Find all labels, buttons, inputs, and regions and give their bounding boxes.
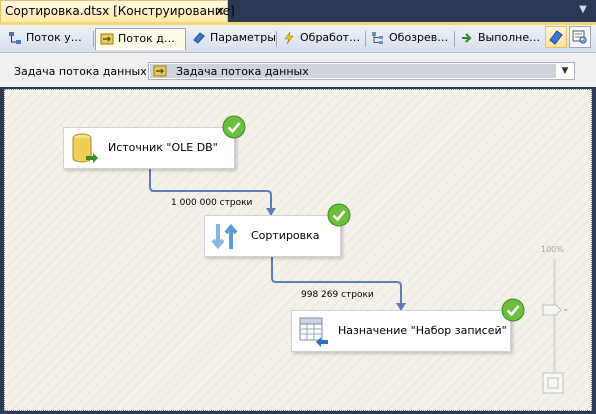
document-list-dropdown-icon[interactable]: ▼: [576, 2, 590, 18]
chevron-down-icon[interactable]: ▼: [558, 64, 572, 78]
task-label: Задача потока данных:: [14, 65, 151, 78]
tab-separator: [276, 31, 277, 47]
component-sort[interactable]: Сортировка: [204, 215, 341, 257]
path-label-rows[interactable]: 998 269 строки: [301, 290, 374, 300]
variables-button[interactable]: [569, 26, 591, 48]
tab-separator: [93, 31, 94, 47]
tab-label: Поток д…: [118, 32, 175, 45]
package-explorer-icon: [372, 32, 383, 44]
tab-data-flow[interactable]: Поток д…: [95, 28, 186, 50]
document-tab-title: Сортировка.dtsx [Конструирование]: [5, 4, 235, 18]
path-connector: [271, 257, 402, 310]
variables-icon: [572, 30, 587, 44]
path-label-rows[interactable]: 1 000 000 строки: [171, 198, 252, 208]
data-flow-task-icon: [153, 65, 167, 77]
ole-db-source-icon: [72, 133, 98, 163]
zoom-level-label: 100%: [541, 245, 564, 254]
tab-progress[interactable]: Выполне…: [456, 28, 540, 50]
document-tab[interactable]: Сортировка.dtsx [Конструирование] ×: [0, 0, 235, 22]
component-label: Сортировка: [251, 229, 320, 242]
zoom-control[interactable]: 100%: [537, 245, 577, 405]
zoom-slider-thumb[interactable]: [542, 303, 568, 317]
tab-label: Поток у…: [26, 31, 82, 44]
tab-label: Выполне…: [478, 31, 540, 44]
toolbox-icon: [549, 30, 563, 45]
data-flow-icon: [100, 33, 114, 45]
component-label: Назначение "Набор записей": [338, 324, 507, 337]
task-select[interactable]: Задача потока данных ▼: [148, 62, 575, 80]
success-check-icon: [501, 298, 525, 322]
zoom-track: [553, 259, 556, 377]
toolbox-button[interactable]: [545, 26, 567, 48]
tab-separator: [365, 31, 366, 47]
recordset-destination-icon: [299, 317, 328, 347]
progress-icon: [462, 33, 472, 43]
path-connector: [149, 169, 272, 215]
component-recordset-destination[interactable]: Назначение "Набор записей": [291, 310, 511, 352]
success-check-icon: [222, 115, 246, 139]
tab-event-handlers[interactable]: Обработ…: [278, 28, 364, 50]
tab-parameters[interactable]: Параметры: [188, 28, 275, 50]
sort-icon: [211, 223, 238, 250]
parameters-icon: [193, 32, 205, 44]
event-handlers-icon: [284, 31, 294, 45]
tab-package-explorer[interactable]: Обозрев…: [367, 28, 453, 50]
close-icon[interactable]: ×: [213, 3, 227, 19]
component-label: Источник "OLE DB": [108, 141, 218, 154]
tab-label: Обозрев…: [389, 31, 449, 44]
success-check-icon: [327, 203, 351, 227]
designer-tabbar: Поток у… Поток д… Параметры Обработ… Обо…: [0, 25, 596, 53]
tab-label: Обработ…: [300, 31, 361, 44]
tab-label: Параметры: [210, 31, 275, 44]
tab-control-flow[interactable]: Поток у…: [4, 28, 92, 50]
control-flow-icon: [9, 32, 21, 44]
tab-separator: [454, 31, 455, 47]
design-canvas[interactable]: 1 000 000 строки 998 269 строки Источник…: [4, 89, 592, 411]
component-ole-db-source[interactable]: Источник "OLE DB": [63, 127, 235, 169]
document-tab-strip: Сортировка.dtsx [Конструирование] × ▼: [0, 0, 596, 22]
zoom-fit-icon[interactable]: [542, 372, 564, 394]
task-select-value: Задача потока данных: [176, 65, 309, 78]
